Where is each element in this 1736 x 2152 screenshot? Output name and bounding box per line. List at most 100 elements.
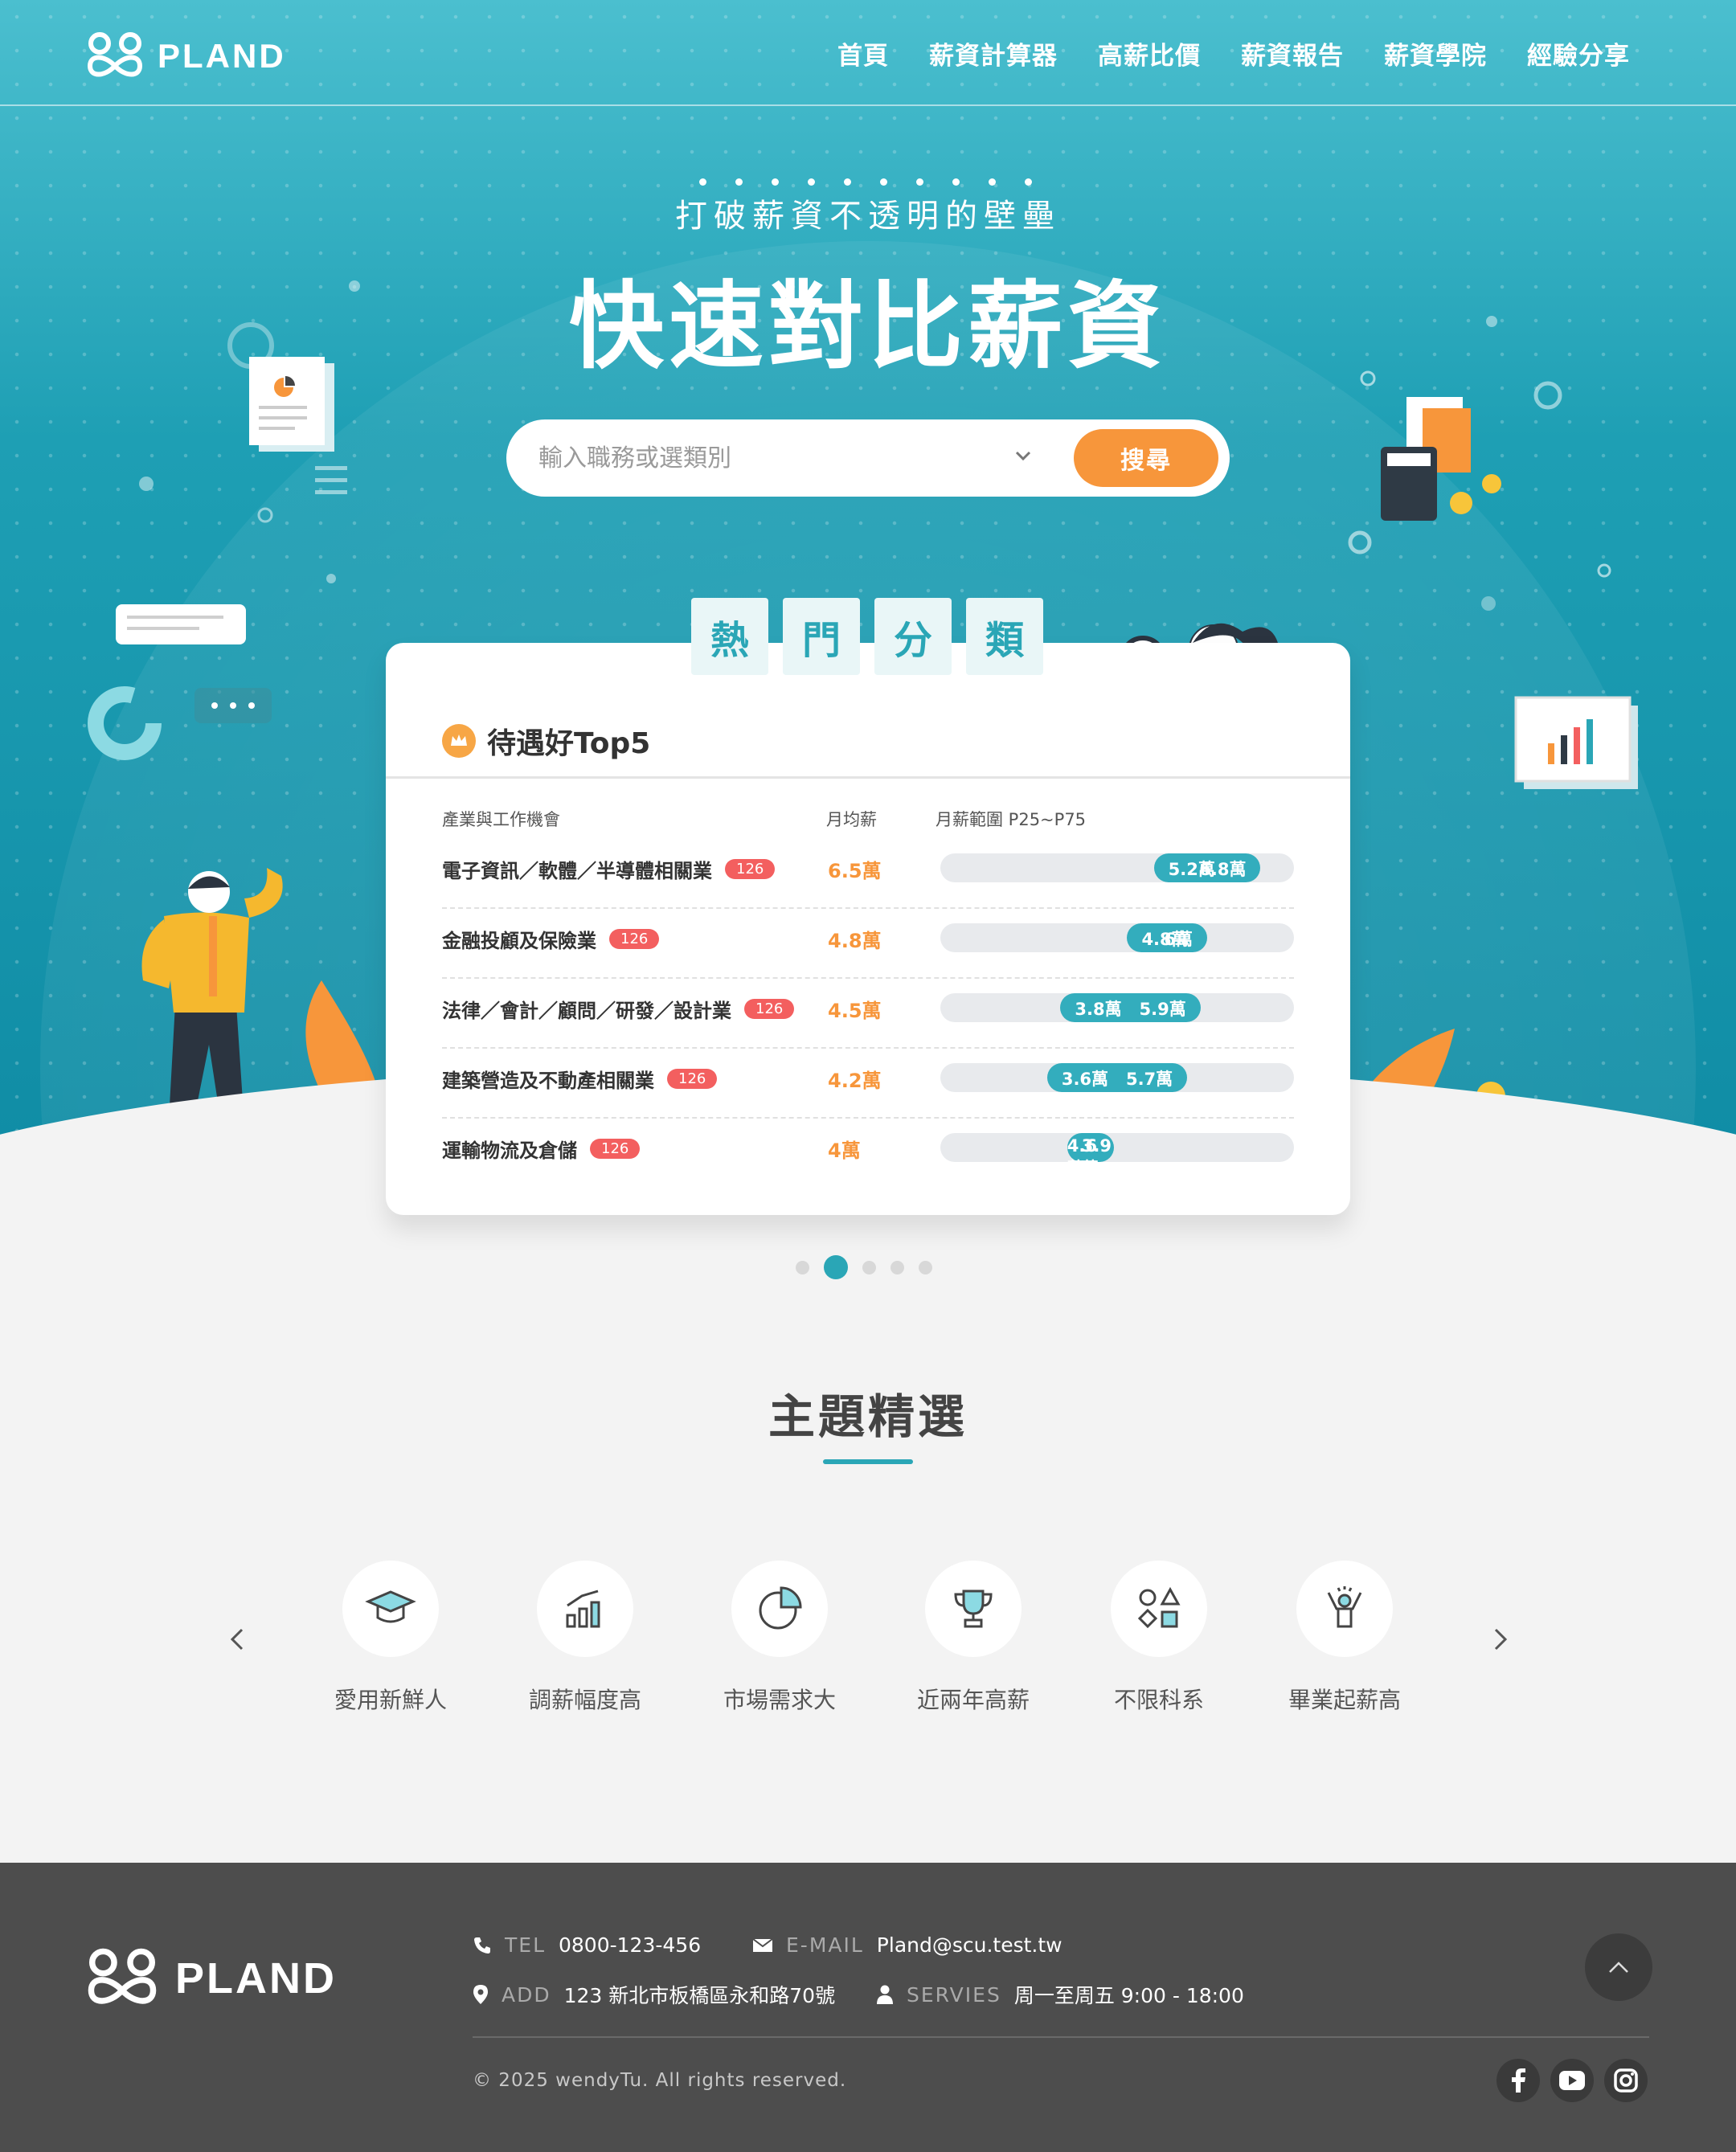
search-bar: 搜尋 xyxy=(506,419,1230,497)
site-header: PLAND 首頁 薪資計算器 高薪比價 薪資報告 薪資學院 經驗分享 xyxy=(0,0,1736,106)
theme-label: 不限科系 xyxy=(1113,1687,1204,1713)
col-range: 月薪範圍 P25~P75 xyxy=(936,810,1087,829)
graduation-cap-icon xyxy=(365,1590,416,1623)
brand-name: PLAND xyxy=(158,37,286,75)
search-input[interactable] xyxy=(538,437,989,479)
theme-item[interactable]: 調薪幅度高 xyxy=(513,1561,657,1715)
hero-subtitle: 打破薪資不透明的壁壘 xyxy=(675,198,1061,235)
nav-salary-report[interactable]: 薪資報告 xyxy=(1241,35,1344,72)
salary-range-bar: 4.8萬 6萬 xyxy=(1127,923,1208,952)
theme-icon-circle xyxy=(1296,1561,1393,1657)
theme-item[interactable]: 近兩年高薪 xyxy=(901,1561,1046,1715)
nav-home[interactable]: 首頁 xyxy=(837,35,889,72)
salary-row[interactable]: 法律／會計／顧問／研發／設計業 126 4.5萬 3.8萬 5.9萬 xyxy=(442,979,1294,1049)
mail-icon xyxy=(752,1937,773,1952)
theme-item[interactable]: 不限科系 xyxy=(1087,1561,1231,1715)
pager-dot[interactable] xyxy=(919,1260,932,1274)
salary-row[interactable]: 建築營造及不動產相關業 126 4.2萬 3.6萬 5.7萬 xyxy=(442,1049,1294,1119)
subtitle-dots xyxy=(699,178,1032,186)
p75-label: 5.7萬 xyxy=(1125,1070,1173,1089)
salary-row[interactable]: 電子資訊／軟體／半導體相關業 126 6.5萬 5.2萬 6.8萬 xyxy=(442,839,1294,909)
carousel-pager xyxy=(796,1255,932,1279)
theme-label: 調薪幅度高 xyxy=(528,1687,641,1713)
industry-name: 法律／會計／顧問／研發／設計業 126 xyxy=(442,995,795,1023)
industry-label: 運輸物流及倉儲 xyxy=(442,1139,577,1162)
theme-icon-circle xyxy=(925,1561,1022,1657)
salary-range-track: 3.9萬 4.6萬 xyxy=(940,1133,1294,1178)
tel-label: TEL xyxy=(505,1933,546,1957)
salary-range-bar: 5.2萬 6.8萬 xyxy=(1153,853,1261,882)
brand-logo[interactable]: PLAND xyxy=(85,31,286,82)
footer-email: E-MAIL Pland@scu.test.tw xyxy=(752,1933,1062,1957)
p25-label: 3.8萬 xyxy=(1075,1000,1122,1019)
pager-dot[interactable] xyxy=(862,1260,876,1274)
theme-item[interactable]: 畢業起薪高 xyxy=(1272,1561,1417,1715)
col-avg: 月均薪 xyxy=(826,810,877,829)
theme-label: 愛用新鮮人 xyxy=(334,1687,447,1713)
p75-label: 6萬 xyxy=(1164,930,1194,949)
nav-salary-calculator[interactable]: 薪資計算器 xyxy=(929,35,1058,72)
salary-row[interactable]: 運輸物流及倉儲 126 4萬 3.9萬 4.6萬 xyxy=(442,1119,1294,1189)
tab-char: 熱 xyxy=(691,598,768,675)
nav-salary-academy[interactable]: 薪資學院 xyxy=(1384,35,1487,72)
industry-name: 建築營造及不動產相關業 126 xyxy=(442,1065,718,1093)
industry-name: 運輸物流及倉儲 126 xyxy=(442,1135,641,1163)
nav-high-salary-compare[interactable]: 高薪比價 xyxy=(1098,35,1201,72)
average-salary: 4.2萬 xyxy=(828,1070,882,1092)
phone-icon xyxy=(474,1937,490,1954)
industry-label: 金融投顧及保險業 xyxy=(442,930,596,952)
pager-dot[interactable] xyxy=(891,1260,904,1274)
address-label: ADD xyxy=(502,1982,551,2007)
job-count-badge: 126 xyxy=(667,1069,718,1089)
email-value[interactable]: Pland@scu.test.tw xyxy=(877,1933,1062,1957)
instagram-icon[interactable] xyxy=(1604,2059,1648,2102)
theme-item[interactable]: 愛用新鮮人 xyxy=(318,1561,463,1715)
card-divider xyxy=(386,776,1350,779)
search-button[interactable]: 搜尋 xyxy=(1074,429,1218,487)
footer-logo[interactable]: PLAND xyxy=(85,1946,337,2011)
youtube-icon[interactable] xyxy=(1550,2059,1594,2102)
tel-value[interactable]: 0800-123-456 xyxy=(559,1933,701,1957)
average-salary: 4.5萬 xyxy=(828,1000,882,1022)
salary-range-track: 3.8萬 5.9萬 xyxy=(940,993,1294,1022)
theme-item[interactable]: 市場需求大 xyxy=(707,1561,852,1715)
crown-icon xyxy=(442,724,476,758)
job-count-badge: 126 xyxy=(744,999,795,1019)
next-arrow-icon[interactable] xyxy=(1484,1623,1516,1655)
footer-address: ADD 123 新北市板橋區永和路70號 xyxy=(473,1980,835,2009)
hot-category-card: 待遇好Top5 產業與工作機會 月均薪 月薪範圍 P25~P75 電子資訊／軟體… xyxy=(386,643,1350,1215)
theme-label: 近兩年高薪 xyxy=(916,1687,1030,1713)
themes-title: 主題精選 xyxy=(768,1389,968,1444)
theme-label: 市場需求大 xyxy=(723,1687,836,1713)
tab-char: 分 xyxy=(874,598,952,675)
footer-service: SERVIES 周一至周五 9:00 - 18:00 xyxy=(876,1980,1244,2009)
service-value: 周一至周五 9:00 - 18:00 xyxy=(1013,1984,1244,2007)
salary-row[interactable]: 金融投顧及保險業 126 4.8萬 4.8萬 6萬 xyxy=(442,909,1294,979)
hot-category-tabs: 熱 門 分 類 xyxy=(691,598,1043,675)
chevron-down-icon[interactable] xyxy=(1011,444,1035,468)
card-header: 待遇好Top5 xyxy=(442,720,650,762)
salary-range-bar: 3.8萬 5.9萬 xyxy=(1060,993,1201,1022)
average-salary: 4.8萬 xyxy=(828,930,882,952)
back-to-top-button[interactable] xyxy=(1585,1933,1652,2001)
col-industry: 產業與工作機會 xyxy=(442,810,560,829)
prev-arrow-icon[interactable] xyxy=(222,1623,254,1655)
title-underline xyxy=(823,1459,913,1464)
footer-tel: TEL 0800-123-456 xyxy=(473,1933,701,1957)
email-label: E-MAIL xyxy=(786,1933,864,1957)
footer-divider xyxy=(473,2036,1649,2038)
industry-name: 電子資訊／軟體／半導體相關業 126 xyxy=(442,855,776,883)
copyright: © 2025 wendyTu. All rights reserved. xyxy=(473,2070,847,2091)
salary-range-track: 4.8萬 6萬 xyxy=(940,923,1294,952)
industry-name: 金融投顧及保險業 126 xyxy=(442,925,660,953)
job-count-badge: 126 xyxy=(590,1139,641,1159)
pager-dot[interactable] xyxy=(796,1260,809,1274)
pager-dot-active[interactable] xyxy=(824,1255,848,1279)
facebook-icon[interactable] xyxy=(1496,2059,1540,2102)
main-nav: 首頁 薪資計算器 高薪比價 薪資報告 薪資學院 經驗分享 xyxy=(837,35,1630,72)
salary-range-track: 3.6萬 5.7萬 xyxy=(940,1063,1294,1092)
address-value: 123 新北市板橋區永和路70號 xyxy=(563,1984,836,2007)
theme-icon-circle xyxy=(1111,1561,1207,1657)
tab-char: 類 xyxy=(966,598,1043,675)
nav-experience-share[interactable]: 經驗分享 xyxy=(1527,35,1630,72)
